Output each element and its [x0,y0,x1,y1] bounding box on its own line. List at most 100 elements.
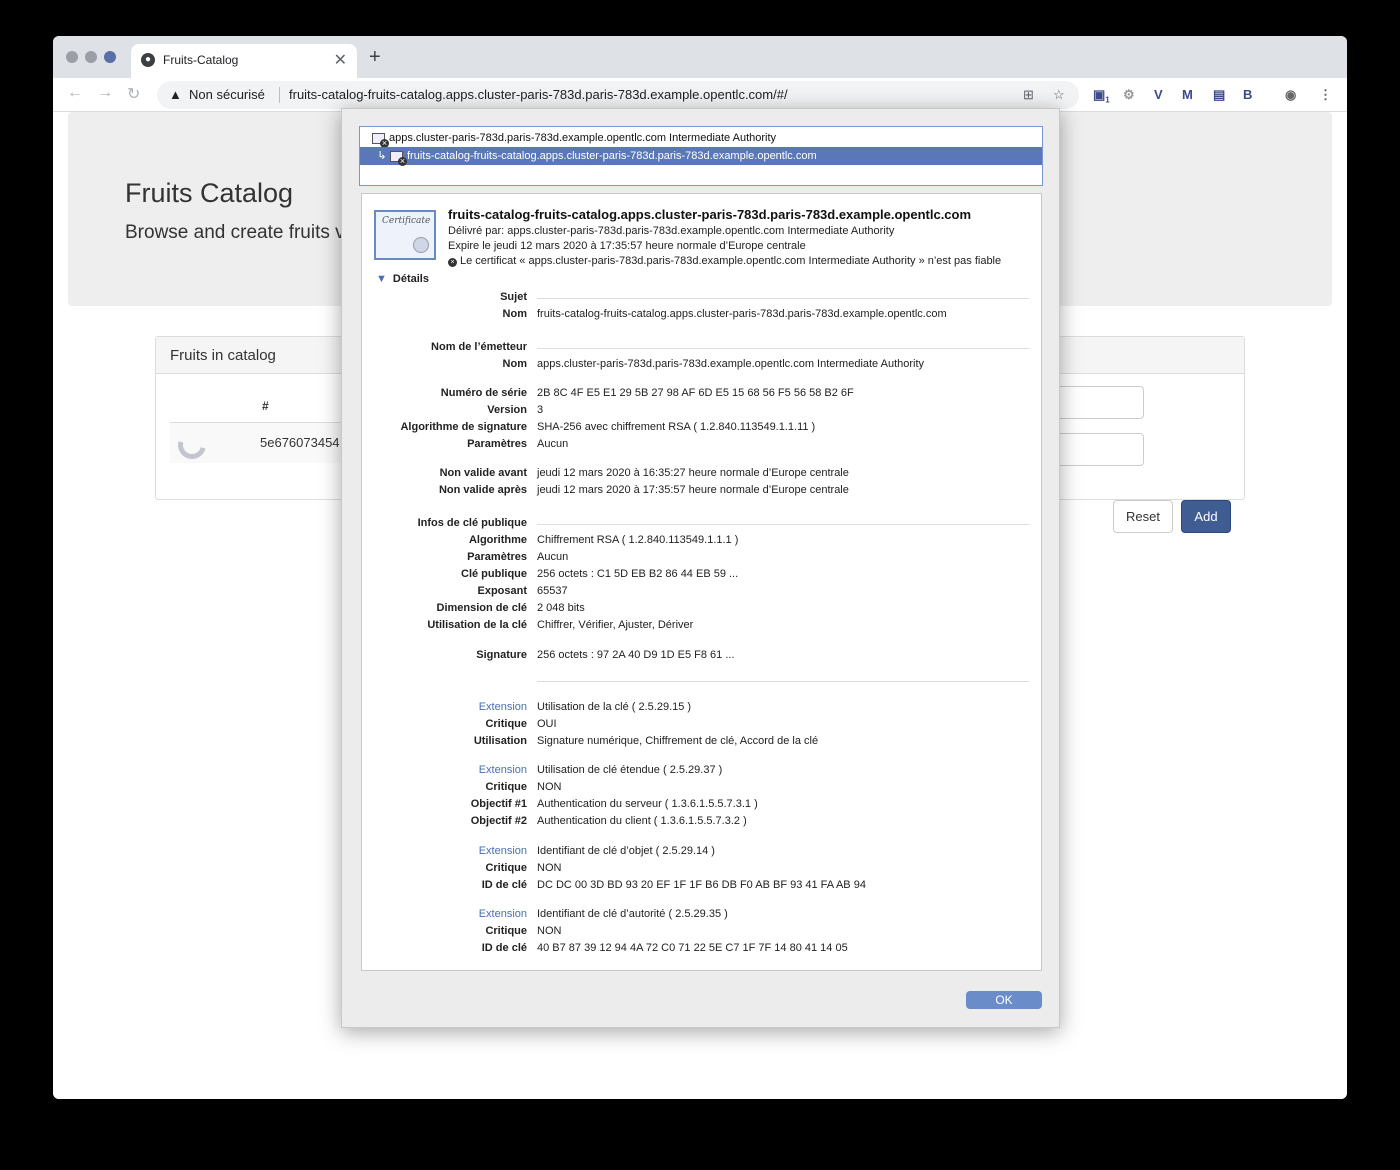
translate-icon[interactable]: ⊞ [1023,87,1034,103]
field-label: Algorithme [468,534,527,546]
menu-dots-icon[interactable]: ⋮ [1319,87,1332,103]
field-label: Non valide avant [439,467,527,479]
reset-button[interactable]: Reset [1113,500,1173,533]
ok-button[interactable]: OK [966,991,1042,1009]
field-value: SHA-256 avec chiffrement RSA ( 1.2.840.1… [537,421,816,433]
tab-bar: ● Fruits-Catalog ✕ + [53,36,1347,78]
field-value: Chiffrer, Vérifier, Ajuster, Dériver [537,619,694,631]
field-label: Utilisation [473,735,527,747]
field-value: jeudi 12 mars 2020 à 16:35:27 heure norm… [537,467,849,479]
certificate-error-icon [372,132,389,148]
page-subtitle: Browse and create fruits v [125,222,345,243]
field-label: Critique [485,718,527,730]
field-value: Aucun [537,438,569,450]
zoom-window-button[interactable] [104,51,116,63]
bookmark-star-icon[interactable]: ☆ [1053,87,1065,103]
field-label: ID de clé [481,879,527,891]
address-bar[interactable]: ▲ Non sécurisé fruits-catalog-fruits-cat… [157,81,1079,109]
field-label: Nom [502,358,527,370]
field-value: 2B 8C 4F E5 E1 29 5B 27 98 AF 6D E5 15 6… [537,387,854,399]
certificate-icon [374,210,436,260]
field-label: Nom [502,308,527,320]
field-value: Utilisation de clé étendue ( 2.5.29.37 ) [537,764,723,776]
extension-badge-icon[interactable]: ▣1 [1093,87,1110,105]
field-label: Paramètres [467,551,527,563]
warning-icon[interactable]: ▲ [169,87,182,102]
section-divider [537,348,1029,349]
field-value: 256 octets : 97 2A 40 D9 1D E5 F8 61 ... [537,649,735,661]
field-value: 65537 [537,585,568,597]
field-value: fruits-catalog-fruits-catalog.apps.clust… [537,308,947,320]
chain-item-label: apps.cluster-paris-783d.paris-783d.examp… [389,132,777,144]
field-label: Version [487,404,527,416]
disclosure-triangle-icon[interactable]: ▼ [376,273,387,285]
field-value: jeudi 12 mars 2020 à 17:35:57 heure norm… [537,484,849,496]
expiry-date: Expire le jeudi 12 mars 2020 à 17:35:57 … [448,240,806,252]
trust-warning: × Le certificat « apps.cluster-paris-783d… [448,255,1001,267]
field-value: Authentication du serveur ( 1.3.6.1.5.5.… [537,798,758,810]
field-value: NON [537,862,562,874]
field-label: Nom de l’émetteur [431,341,527,353]
add-button[interactable]: Add [1181,500,1231,533]
field-value: OUI [537,718,557,730]
field-value: Chiffrement RSA ( 1.2.840.113549.1.1.1 ) [537,534,739,546]
field-value: Aucun [537,551,569,563]
field-value: NON [537,781,562,793]
certificate-title: fruits-catalog-fruits-catalog.apps.clust… [448,207,972,222]
trust-warning-text: Le certificat « apps.cluster-paris-783d.… [460,255,1002,267]
field-value: 40 B7 87 39 12 94 4A 72 C0 71 22 5E C7 1… [537,942,848,954]
extension-label: Extension [478,764,527,776]
url-text[interactable]: fruits-catalog-fruits-catalog.apps.clust… [289,87,788,102]
field-label: Objectif #1 [470,798,527,810]
table-header-hash: # [262,399,269,413]
details-label: Détails [392,273,429,285]
field-value: DC DC 00 3D BD 93 20 EF 1F 1F B6 DB F0 A… [537,879,866,891]
browser-toolbar: ← → ↻ ▲ Non sécurisé fruits-catalog-frui… [53,78,1347,112]
minimize-window-button[interactable] [85,51,97,63]
field-label: Non valide après [438,484,527,496]
field-label: Critique [485,862,527,874]
section-divider [537,298,1029,299]
extension-label: Extension [478,845,527,857]
divider [279,87,280,103]
certificate-dialog: apps.cluster-paris-783d.paris-783d.examp… [341,108,1060,1028]
globe-icon: ● [141,53,155,67]
extension-settings-icon[interactable]: ⚙ [1123,87,1135,103]
extension-v-icon[interactable]: V [1154,87,1163,102]
extension-m-icon[interactable]: M [1182,87,1193,102]
new-tab-button[interactable]: + [369,46,381,69]
panel-title: Fruits in catalog [170,347,276,364]
extension-label: Extension [478,908,527,920]
close-window-button[interactable] [66,51,78,63]
field-label: Signature [476,649,527,661]
forward-arrow-icon[interactable]: → [97,84,113,102]
reload-icon[interactable]: ↻ [127,84,140,104]
insecure-label[interactable]: Non sécurisé [189,87,265,102]
field-value: Identifiant de clé d’objet ( 2.5.29.14 ) [537,845,715,857]
chain-arrow-icon: ↳ [377,150,387,162]
extension-b-icon[interactable]: B [1243,87,1252,102]
section-divider [537,681,1029,682]
field-value: 2 048 bits [537,602,585,614]
tab-close-icon[interactable]: ✕ [334,50,347,70]
certificate-chain-list[interactable]: apps.cluster-paris-783d.paris-783d.examp… [359,126,1043,186]
field-label: Dimension de clé [436,602,527,614]
field-value: Signature numérique, Chiffrement de clé,… [537,735,819,747]
certificate-details[interactable]: fruits-catalog-fruits-catalog.apps.clust… [361,193,1042,971]
chain-item-intermediate[interactable]: apps.cluster-paris-783d.paris-783d.examp… [360,129,1042,148]
field-label: Clé publique [461,568,527,580]
tab-fruits-catalog[interactable]: ● Fruits-Catalog ✕ [131,44,357,78]
field-value: Utilisation de la clé ( 2.5.29.15 ) [537,701,692,713]
back-arrow-icon[interactable]: ← [67,84,83,102]
certificate-error-icon [390,150,407,166]
details-disclosure[interactable]: ▼ Détails [376,273,429,285]
field-label: ID de clé [481,942,527,954]
extension-chat-icon[interactable]: ▤ [1213,87,1225,103]
chain-item-leaf[interactable]: ↳ fruits-catalog-fruits-catalog.apps.clus… [360,147,1042,166]
field-label: Objectif #2 [470,815,527,827]
profile-avatar-icon[interactable]: ◉ [1285,87,1296,103]
issued-by: Délivré par: apps.cluster-paris-783d.par… [448,225,895,237]
field-label: Critique [485,781,527,793]
field-label: Numéro de série [440,387,527,399]
tab-title: Fruits-Catalog [163,53,239,67]
